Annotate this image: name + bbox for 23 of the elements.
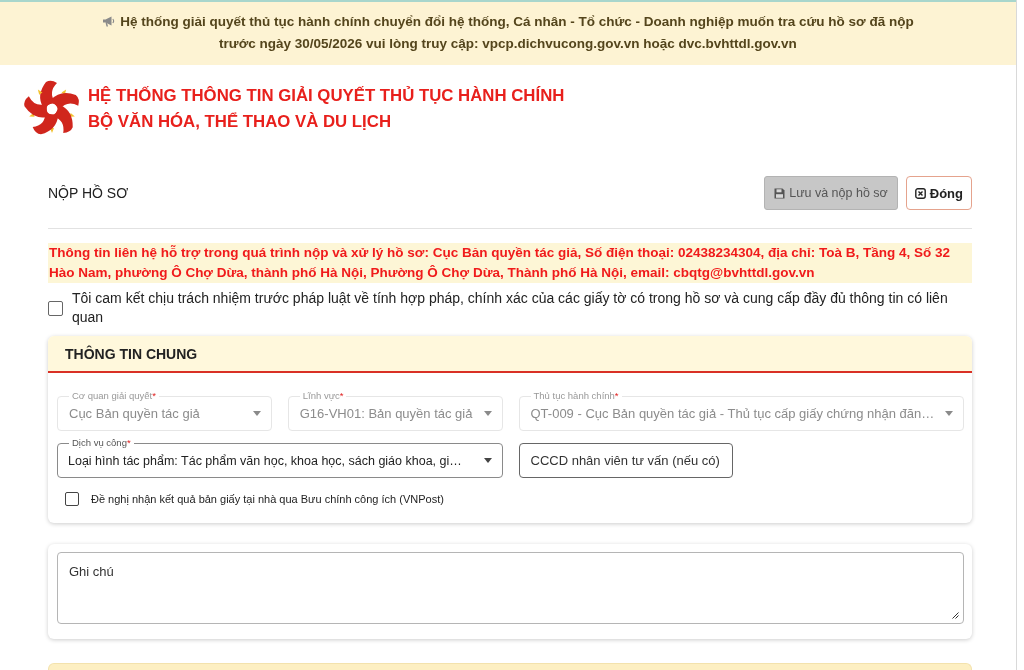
postal-option-label: Đề nghị nhận kết quả bản giấy tại nhà qua Bưu chính công ích (VNPost) xyxy=(91,492,444,506)
checkbox[interactable] xyxy=(48,301,63,316)
notice-text: Hệ thống giải quyết thủ tục hành chính chuyển đổi hệ thống, Cá nhân - Tổ chức - Doanh nghiệp muốn tra cứu hồ sơ đã nộp trước ngày 30/05/2026 vui lòng truy cập: vpcp.dichvucong.gov.vn hoặc dvc.bvhttdl.gov.vn xyxy=(120,14,914,51)
boxed-x-icon xyxy=(914,187,926,199)
megaphone-icon xyxy=(102,16,116,27)
field-label: Thủ tục hành chính* xyxy=(530,390,622,401)
close-button[interactable]: Đóng xyxy=(905,176,972,210)
caret-icon xyxy=(252,411,261,416)
resize-grip-icon xyxy=(952,612,959,619)
site-title: HỆ THỐNG THÔNG TIN GIẢI QUYẾT THỦ TỤC HÀNH CHÍNH BỘ VĂN HÓA, THỂ THAO VÀ DU LỊCH xyxy=(88,85,565,133)
page-title: NỘP HỒ SƠ xyxy=(48,185,129,201)
advisor-id-input[interactable]: CCCD nhân viên tư vấn (nếu có) xyxy=(518,443,734,478)
caret-icon xyxy=(483,411,492,416)
commitment-label: Tôi cam kết chịu trách nhiệm trước pháp luật về tính hợp pháp, chính xác của các giấy tờ có trong hồ sơ và cung cấp đầy đủ thông tin có liên quan xyxy=(72,289,949,327)
section-title: THÔNG TIN CHUNG xyxy=(65,345,198,362)
field-label: Dịch vụ công* xyxy=(69,437,134,448)
notes-textarea[interactable]: Ghi chú xyxy=(57,552,964,624)
caret-icon xyxy=(945,411,953,416)
field-label: Cơ quan giải quyết* xyxy=(69,390,159,401)
field-label: Lĩnh vực* xyxy=(299,390,347,401)
checkbox[interactable] xyxy=(65,492,79,506)
caret-icon xyxy=(483,458,492,463)
support-contact-notice: Thông tin liên hệ hỗ trợ trong quá trình nộp và xử lý hồ sơ: Cục Bản quyền tác giả, Số điện thoại: 02438234304, địa chỉ: Toà B, Tầng 4, Số 32 Hào Nam, phường Ô Chợ Dừa, thành phố Hà Nội, Phường Ô Chợ Dừa, Thành phố Hà Nội, email: cbqtg@bvhttdl.gov.vn xyxy=(48,243,972,283)
